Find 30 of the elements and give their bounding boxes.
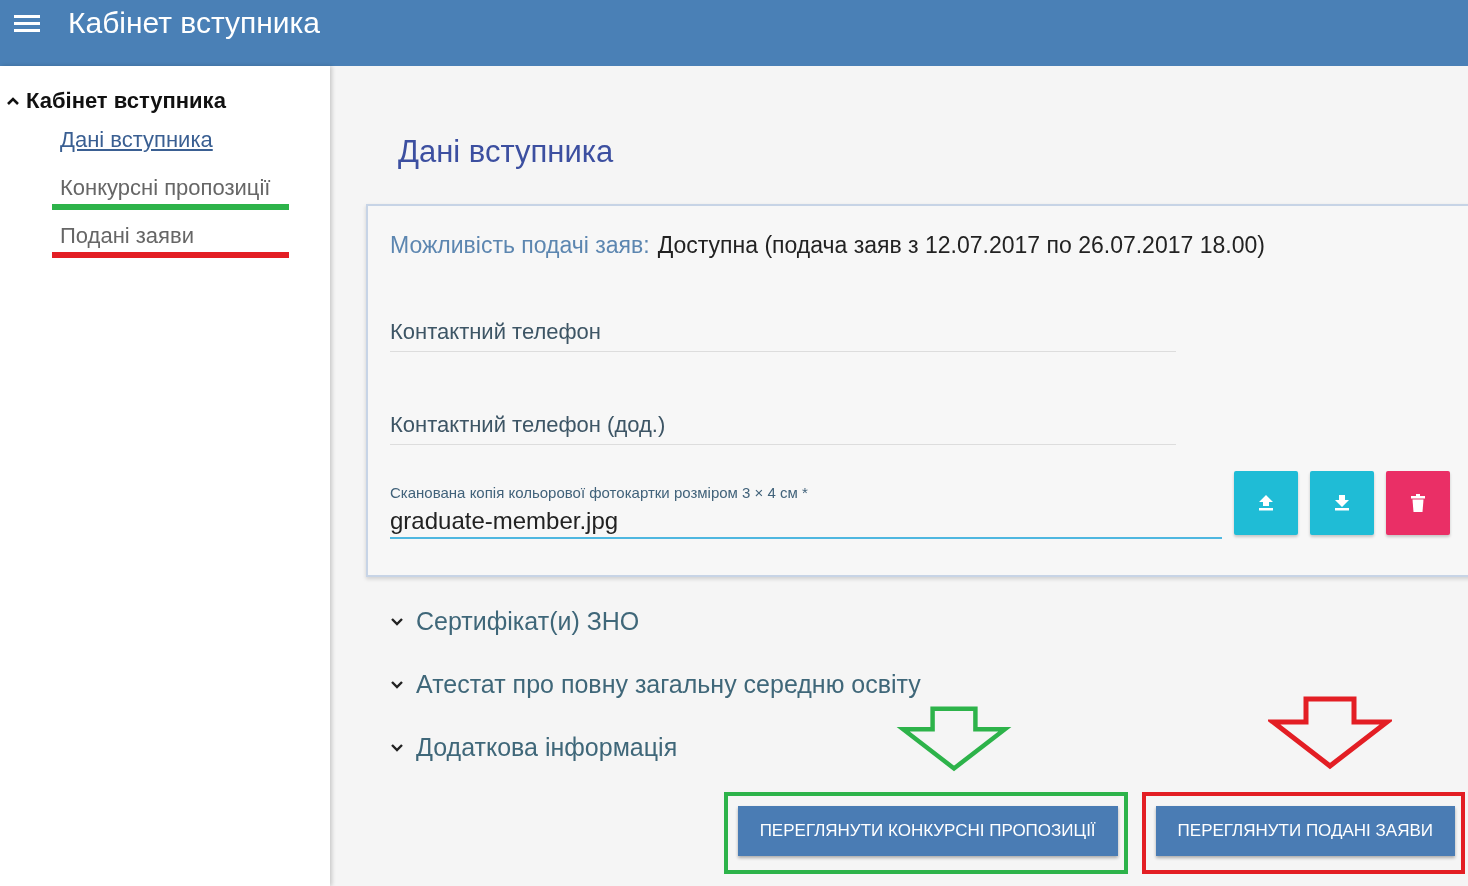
- file-name: graduate-member.jpg: [390, 507, 620, 535]
- menu-button[interactable]: [14, 13, 40, 33]
- app-title: Кабінет вступника: [68, 6, 321, 40]
- section-toggle[interactable]: Атестат про повну загальну середню освіту: [390, 670, 921, 699]
- upload-button[interactable]: [1234, 471, 1298, 535]
- chevron-down-icon: [390, 616, 404, 627]
- file-field[interactable]: Сканована копія кольорової фотокартки розміром 3 × 4 см * graduate-member.jpg: [390, 484, 1222, 539]
- menu-icon: [14, 13, 40, 33]
- file-field-label: Сканована копія кольорової фотокартки розміром 3 × 4 см *: [390, 484, 809, 501]
- view-button[interactable]: ПЕРЕГЛЯНУТИ ПОДАНІ ЗАЯВИ: [1155, 806, 1455, 856]
- download-button[interactable]: [1310, 471, 1374, 535]
- chevron-down-icon: [390, 742, 404, 753]
- phone-field[interactable]: Контактний телефон: [390, 313, 1176, 352]
- phone-field[interactable]: Контактний телефон (дод.): [390, 406, 1176, 445]
- section-toggle[interactable]: Додаткова інформація: [390, 733, 678, 762]
- sidebar-link[interactable]: Конкурсні пропозиції: [60, 174, 271, 202]
- trash-icon: [1409, 494, 1427, 512]
- delete-button[interactable]: [1386, 471, 1450, 535]
- section-toggle[interactable]: Сертифікат(и) ЗНО: [390, 607, 640, 636]
- availability-value: Доступна (подача заяв з 12.07.2017 по 26.07.2017 18.00): [657, 232, 1265, 259]
- page-title: Дані вступника: [398, 134, 615, 170]
- sidebar-group-toggle[interactable]: Кабінет вступника: [0, 88, 226, 114]
- sidebar-link[interactable]: Подані заяви: [60, 222, 194, 250]
- availability-label: Можливість подачі заяв:: [390, 232, 650, 259]
- view-button[interactable]: ПЕРЕГЛЯНУТИ КОНКУРСНІ ПРОПОЗИЦІЇ: [737, 806, 1118, 856]
- chevron-up-icon: [6, 96, 20, 106]
- upload-icon: [1257, 494, 1275, 512]
- download-icon: [1333, 494, 1351, 512]
- chevron-down-icon: [390, 679, 404, 690]
- sidebar-link[interactable]: Дані вступника: [60, 126, 213, 154]
